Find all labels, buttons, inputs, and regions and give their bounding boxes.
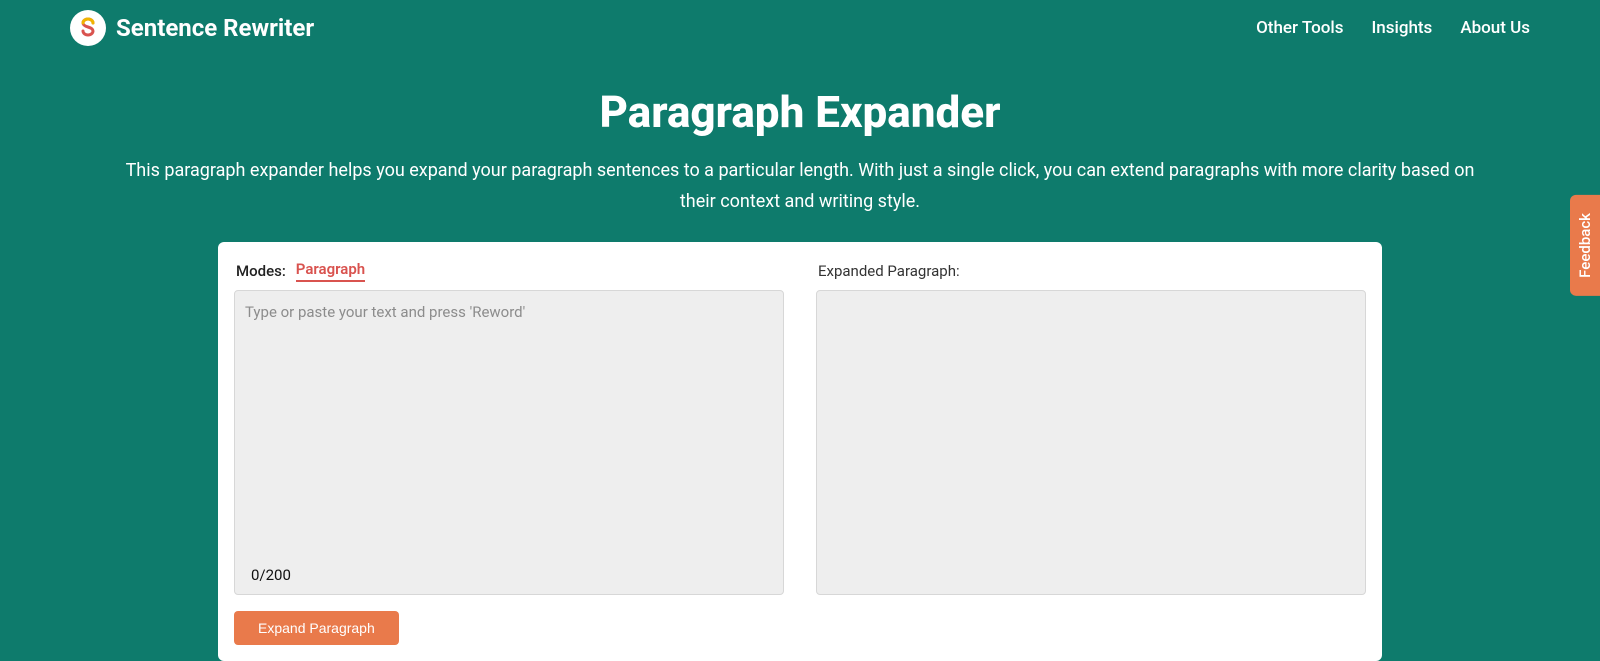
expand-paragraph-button[interactable]: Expand Paragraph (234, 611, 399, 645)
nav-other-tools[interactable]: Other Tools (1256, 18, 1343, 38)
brand[interactable]: Sentence Rewriter (70, 10, 314, 46)
feedback-tab[interactable]: Feedback (1570, 195, 1600, 296)
output-pane-header: Expanded Paragraph: (816, 260, 1366, 282)
input-textarea-wrapper: 0/200 (234, 290, 784, 595)
main-nav: Other Tools Insights About Us (1256, 18, 1530, 38)
output-label: Expanded Paragraph: (818, 262, 960, 280)
page-title: Paragraph Expander (90, 86, 1510, 138)
char-counter: 0/200 (251, 566, 291, 584)
brand-name: Sentence Rewriter (116, 14, 314, 42)
input-textarea[interactable] (235, 291, 783, 594)
output-pane: Expanded Paragraph: (816, 260, 1366, 645)
brand-logo-icon (70, 10, 106, 46)
input-pane: Modes: Paragraph 0/200 Expand Paragraph (234, 260, 784, 645)
hero: Paragraph Expander This paragraph expand… (0, 56, 1600, 242)
input-pane-header: Modes: Paragraph (234, 260, 784, 282)
expander-tool: Modes: Paragraph 0/200 Expand Paragraph … (218, 242, 1382, 661)
page-subtitle: This paragraph expander helps you expand… (110, 156, 1490, 217)
nav-insights[interactable]: Insights (1371, 18, 1432, 38)
modes-label: Modes: (236, 262, 286, 280)
site-header: Sentence Rewriter Other Tools Insights A… (0, 0, 1600, 56)
mode-tab-paragraph[interactable]: Paragraph (296, 260, 365, 282)
nav-about-us[interactable]: About Us (1460, 18, 1530, 38)
output-box (816, 290, 1366, 595)
